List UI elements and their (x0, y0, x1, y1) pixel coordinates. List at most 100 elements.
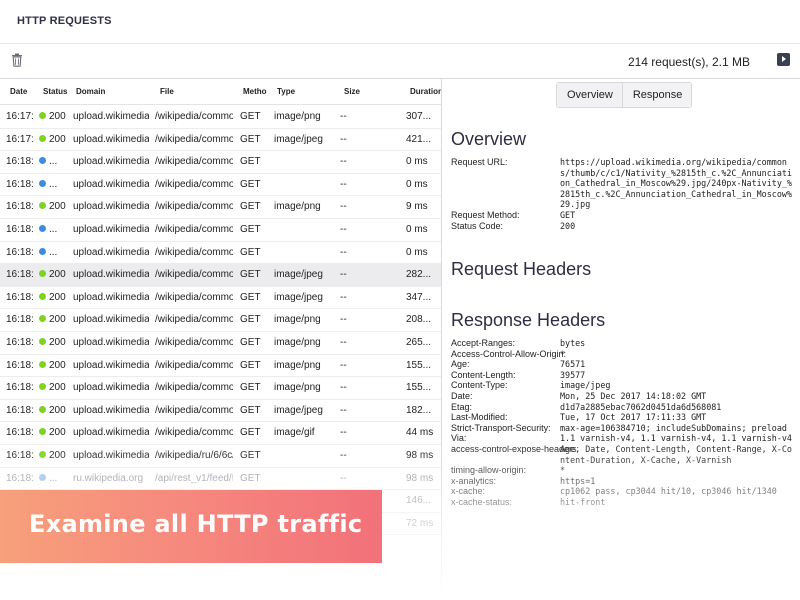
app-title: HTTP REQUESTS (17, 15, 112, 27)
cell-method: GET (240, 404, 261, 416)
request-headers-heading: Request Headers (451, 259, 592, 279)
cell-duration: 282... (406, 269, 432, 281)
cell-date: 16:18: (6, 156, 34, 168)
cell-size: -- (340, 269, 347, 281)
cell-status: 200 (39, 292, 71, 304)
table-row[interactable]: 16:18: upload.wikimedia.c/wikipedia/ru/6/… (0, 445, 441, 468)
table-row[interactable]: 16:18: upload.wikimedia.c/wikipedia/commo… (0, 196, 441, 219)
cell-date: 16:18: (6, 472, 34, 484)
column-size[interactable]: Size (344, 87, 360, 96)
cell-status: ... (39, 224, 71, 236)
table-row[interactable]: 16:18: upload.wikimedia.c/wikipedia/commo… (0, 355, 441, 378)
cell-file: /wikipedia/commor (155, 178, 233, 190)
cell-duration: 421... (406, 133, 432, 145)
status-dot-icon (39, 157, 46, 165)
table-row[interactable]: 16:18: upload.wikimedia.c/wikipedia/commo… (0, 287, 441, 310)
table-header: Date Status Domain File Metho Type Size … (0, 79, 441, 105)
cell-duration: 265... (406, 336, 432, 348)
table-row[interactable]: 16:18: upload.wikimedia.c/wikipedia/commo… (0, 422, 441, 445)
response-header-row: Date: Mon, 25 Dec 2017 14:18:02 GMT (451, 391, 796, 402)
cell-domain: upload.wikimedia.c (73, 359, 149, 371)
cell-domain: upload.wikimedia.c (73, 269, 149, 281)
table-row[interactable]: 16:17: upload.wikimedia.c/wikipedia/commo… (0, 106, 441, 129)
toolbar: 214 request(s), 2.1 MB (0, 44, 800, 79)
status-dot-icon (39, 179, 46, 187)
response-header-row: x-analytics: https=1 (451, 476, 796, 487)
table-row[interactable]: 16:18: upload.wikimedia.c/wikipedia/commo… (0, 264, 441, 287)
cell-method: GET (240, 111, 261, 122)
table-row[interactable]: 16:18: upload.wikimedia.c/wikipedia/commo… (0, 332, 441, 355)
cell-file: /api/rest_v1/feed/fe (155, 472, 233, 484)
cell-size: -- (340, 133, 347, 145)
promo-banner: Examine all HTTP traffic (0, 490, 382, 563)
status-code: 200 (49, 314, 66, 326)
cell-domain: upload.wikimedia.c (73, 246, 149, 258)
cell-type: image/jpeg (274, 269, 323, 281)
cell-type: image/gif (274, 427, 315, 439)
table-row[interactable]: 16:18: upload.wikimedia.c/wikipedia/commo… (0, 400, 441, 423)
request-method-value: GET (560, 209, 576, 220)
status-code: ... (49, 178, 58, 190)
status-code: ... (49, 472, 58, 484)
cell-type: image/jpeg (274, 404, 323, 416)
response-header-value: Age, Date, Content-Length, Content-Range… (560, 443, 792, 465)
response-header-row: Last-Modified: Tue, 17 Oct 2017 17:11:33 … (451, 412, 796, 423)
column-file[interactable]: File (160, 87, 174, 96)
column-type[interactable]: Type (277, 87, 295, 96)
table-row[interactable]: 16:18: upload.wikimedia.c/wikipedia/commo… (0, 219, 441, 242)
column-method[interactable]: Metho (243, 87, 267, 96)
table-row[interactable]: 16:18: upload.wikimedia.c/wikipedia/commo… (0, 377, 441, 400)
cell-method: GET (240, 178, 261, 190)
cell-duration: 0 ms (406, 223, 428, 235)
response-header-key: timing-allow-origin: (451, 465, 527, 476)
status-dot-icon (39, 224, 46, 232)
cell-date: 16:18: (6, 178, 34, 190)
cell-domain: upload.wikimedia.c (73, 336, 149, 348)
table-row[interactable]: 16:18: upload.wikimedia.c/wikipedia/commo… (0, 174, 441, 197)
cell-file: /wikipedia/ru/6/6c/ (155, 449, 233, 461)
response-header-key: Content-Length: (451, 369, 516, 380)
details-tabs: Overview Response (556, 82, 693, 108)
cell-size: -- (340, 359, 347, 371)
details-panel: Overview Response Overview Request URL: … (443, 79, 800, 600)
cell-method: GET (240, 449, 261, 461)
cell-date: 16:18: (6, 223, 34, 235)
cell-domain: upload.wikimedia.c (73, 449, 149, 461)
status-code: ... (49, 246, 58, 258)
trash-icon[interactable] (11, 53, 23, 67)
response-header-value: bytes (560, 338, 586, 348)
cell-duration: 0 ms (406, 246, 428, 258)
tab-overview[interactable]: Overview (557, 83, 623, 107)
request-method-label: Request Method: (451, 209, 520, 220)
cell-status: 200 (39, 427, 71, 439)
response-header-key: x-cache: (451, 486, 486, 497)
cell-status: ... (39, 247, 71, 259)
cell-domain: upload.wikimedia.c (73, 291, 149, 303)
cell-file: /wikipedia/commor (155, 382, 233, 394)
cell-size: -- (340, 201, 347, 213)
tab-response[interactable]: Response (622, 83, 692, 107)
status-dot-icon (39, 360, 46, 368)
cell-size: -- (340, 427, 347, 439)
cell-file: /wikipedia/commor (155, 223, 233, 235)
request-url-value[interactable]: https://upload.wikimedia.org/wikipedia/c… (560, 157, 796, 210)
cell-size: -- (340, 449, 347, 461)
table-row[interactable]: 16:18: upload.wikimedia.c/wikipedia/commo… (0, 309, 441, 332)
table-row[interactable]: 16:18: upload.wikimedia.c/wikipedia/commo… (0, 151, 441, 174)
column-status[interactable]: Status (43, 87, 67, 96)
table-row[interactable]: 16:18: upload.wikimedia.c/wikipedia/commo… (0, 242, 441, 265)
table-row[interactable]: 16:17: upload.wikimedia.c/wikipedia/commo… (0, 129, 441, 152)
cell-duration: 155... (406, 382, 432, 394)
cell-domain: upload.wikimedia.c (73, 404, 149, 416)
table-row[interactable]: 16:18: ru.wikipedia.org/api/rest_v1/feed/… (0, 468, 441, 491)
status-code: 200 (49, 291, 66, 303)
response-header-value: * (560, 465, 566, 476)
response-header-row: timing-allow-origin: * (451, 465, 796, 476)
cell-file: /wikipedia/commor (155, 314, 233, 326)
toggle-details-button[interactable] (777, 53, 790, 66)
column-date[interactable]: Date (10, 87, 27, 96)
cell-duration: 146... (406, 495, 432, 507)
column-duration[interactable]: Duration (410, 87, 441, 96)
column-domain[interactable]: Domain (76, 87, 105, 96)
status-dot-icon (39, 134, 46, 142)
